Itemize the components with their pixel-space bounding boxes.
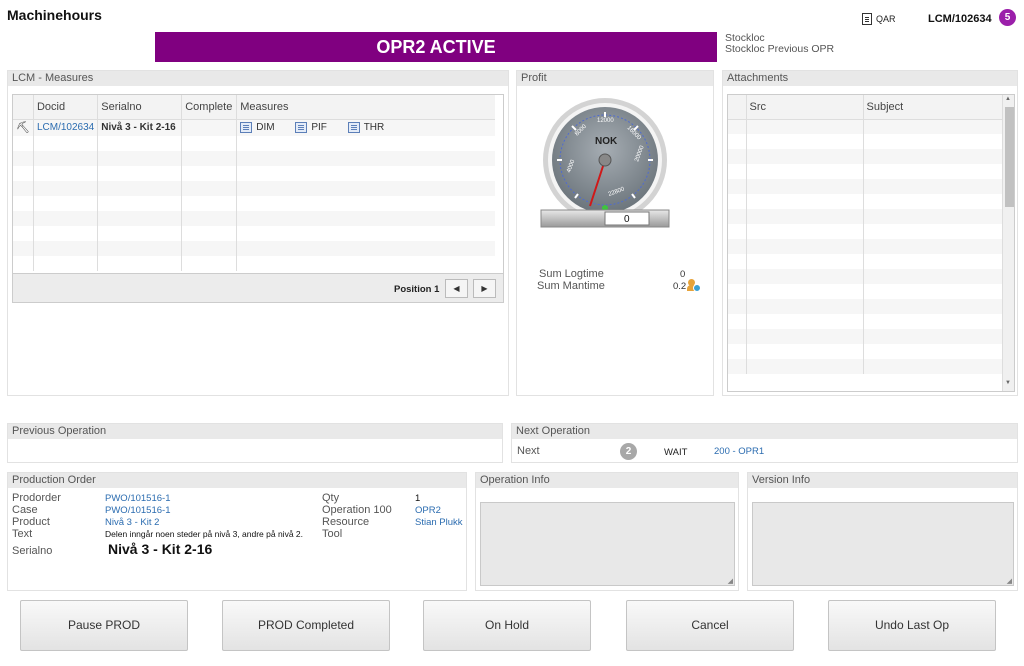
lcm-measures-grid: Docid Serialno Complete Measures ⛏ LCM/1…	[12, 94, 504, 303]
users-icon[interactable]	[687, 279, 701, 293]
case-label: Case	[12, 504, 38, 516]
profit-title: Profit	[517, 71, 713, 86]
prodorder-link[interactable]: PWO/101516-1	[105, 493, 170, 504]
stockloc-previous-label: Stockloc Previous OPR	[725, 43, 835, 55]
document-icon	[862, 13, 872, 25]
version-info-textarea[interactable]: ◢	[752, 502, 1014, 586]
qar-label: QAR	[876, 14, 896, 24]
col-docid[interactable]: Docid	[32, 95, 98, 120]
tool-label: Tool	[322, 528, 343, 540]
gauge-tick-label: 12000	[597, 118, 614, 124]
gauge-unit: NOK	[595, 136, 618, 147]
text-label: Text	[12, 528, 33, 540]
measure-thr-link[interactable]: THR	[347, 122, 384, 134]
col-serialno[interactable]: Serialno	[97, 95, 182, 120]
attachments-scrollbar[interactable]: ▲ ▼	[1002, 95, 1014, 391]
scroll-up-icon[interactable]: ▲	[1005, 96, 1011, 102]
next-operation-panel: Next Operation Next 2 WAIT 200 - OPR1	[511, 423, 1018, 463]
qar-link[interactable]: QAR	[862, 13, 896, 25]
attachments-panel: Attachments Src Subject ▲ ▼	[722, 70, 1018, 396]
resource-link[interactable]: Stian Plukk	[415, 517, 463, 528]
next-operation-link[interactable]: 200 - OPR1	[714, 446, 764, 457]
lcm-id: LCM/102634	[928, 13, 992, 25]
measure-pif-link[interactable]: PIF	[295, 122, 327, 133]
attachments-grid: Src Subject ▲ ▼	[727, 94, 1015, 392]
previous-operation-title: Previous Operation	[8, 424, 502, 439]
serialno-value: Nivå 3 - Kit 2-16	[108, 541, 213, 557]
sum-logtime-value: 0	[680, 269, 686, 280]
next-status: WAIT	[664, 447, 688, 458]
resize-grip-icon[interactable]: ◢	[1007, 577, 1012, 585]
production-order-panel: Production Order Prodorder PWO/101516-1 …	[7, 472, 467, 591]
operation-info-title: Operation Info	[476, 473, 738, 488]
document-icon	[347, 122, 360, 134]
document-icon	[240, 122, 253, 134]
triangle-left-icon: ◀	[453, 284, 460, 293]
col-complete[interactable]: Complete	[181, 95, 237, 120]
resize-grip-icon[interactable]: ◢	[728, 577, 733, 585]
attachments-title: Attachments	[723, 71, 1017, 86]
next-operation-title: Next Operation	[512, 424, 1017, 439]
previous-operation-panel: Previous Operation	[7, 423, 503, 463]
next-step-badge: 2	[620, 443, 637, 460]
lcm-measures-title: LCM - Measures	[8, 71, 508, 86]
operation-label: Operation 100	[322, 504, 392, 516]
product-link[interactable]: Nivå 3 - Kit 2	[105, 517, 159, 528]
on-hold-button[interactable]: On Hold	[423, 600, 591, 651]
sum-logtime-label: Sum Logtime	[539, 268, 604, 280]
production-order-title: Production Order	[8, 473, 466, 488]
document-icon	[295, 122, 308, 134]
qty-label: Qty	[322, 492, 340, 504]
case-link[interactable]: PWO/101516-1	[105, 505, 170, 516]
col-subject[interactable]: Subject	[862, 95, 1002, 120]
status-banner: OPR2 ACTIVE	[155, 32, 717, 62]
measure-dim-link[interactable]: DIM	[240, 122, 275, 134]
lcm-count-badge: 5	[999, 9, 1016, 26]
serialno-cell: Nivå 3 - Kit 2-16	[97, 119, 182, 136]
text-value: Delen inngår noen steder på nivå 3, andr…	[105, 529, 303, 539]
qty-value: 1	[415, 493, 421, 504]
operation-link[interactable]: OPR2	[415, 505, 441, 516]
col-src[interactable]: Src	[745, 95, 863, 120]
product-label: Product	[12, 516, 50, 528]
profit-panel: Profit 4000 8000 12000 16000 20000 22800…	[516, 70, 714, 396]
cancel-button[interactable]: Cancel	[626, 600, 794, 651]
sum-mantime-label: Sum Mantime	[537, 280, 605, 292]
sum-mantime-value: 0.2	[673, 281, 687, 292]
prodorder-label: Prodorder	[12, 492, 61, 504]
version-info-panel: Version Info ◢	[747, 472, 1018, 591]
prod-completed-button[interactable]: PROD Completed	[222, 600, 390, 651]
table-row[interactable]: ⛏ LCM/102634 Nivå 3 - Kit 2-16 DIM PIF T…	[13, 119, 495, 136]
version-info-title: Version Info	[748, 473, 1017, 488]
profit-gauge: 4000 8000 12000 16000 20000 22800 NOK 0	[540, 98, 670, 228]
gauge-readout: 0	[624, 214, 630, 225]
prev-page-button[interactable]: ◀	[445, 279, 468, 298]
triangle-right-icon: ▶	[481, 284, 488, 293]
scrollbar-thumb[interactable]	[1005, 107, 1014, 207]
pause-prod-button[interactable]: Pause PROD	[20, 600, 188, 651]
grid-pager: Position 1 ◀ ▶	[13, 273, 503, 302]
page-title: Machinehours	[7, 7, 102, 23]
worker-icon: ⛏	[16, 122, 30, 135]
next-label: Next	[517, 445, 540, 457]
position-label: Position 1	[394, 284, 440, 295]
resource-label: Resource	[322, 516, 370, 528]
operation-info-panel: Operation Info ◢	[475, 472, 739, 591]
lcm-measures-panel: LCM - Measures Docid Serialno Complete M…	[7, 70, 509, 396]
col-measures[interactable]: Measures	[236, 95, 495, 120]
serialno-label: Serialno	[12, 545, 53, 557]
scroll-down-icon[interactable]: ▼	[1005, 380, 1011, 386]
next-page-button[interactable]: ▶	[473, 279, 496, 298]
docid-link[interactable]: LCM/102634	[37, 122, 94, 133]
operation-info-textarea[interactable]: ◢	[480, 502, 735, 586]
complete-cell	[181, 119, 237, 136]
undo-last-op-button[interactable]: Undo Last Op	[828, 600, 996, 651]
